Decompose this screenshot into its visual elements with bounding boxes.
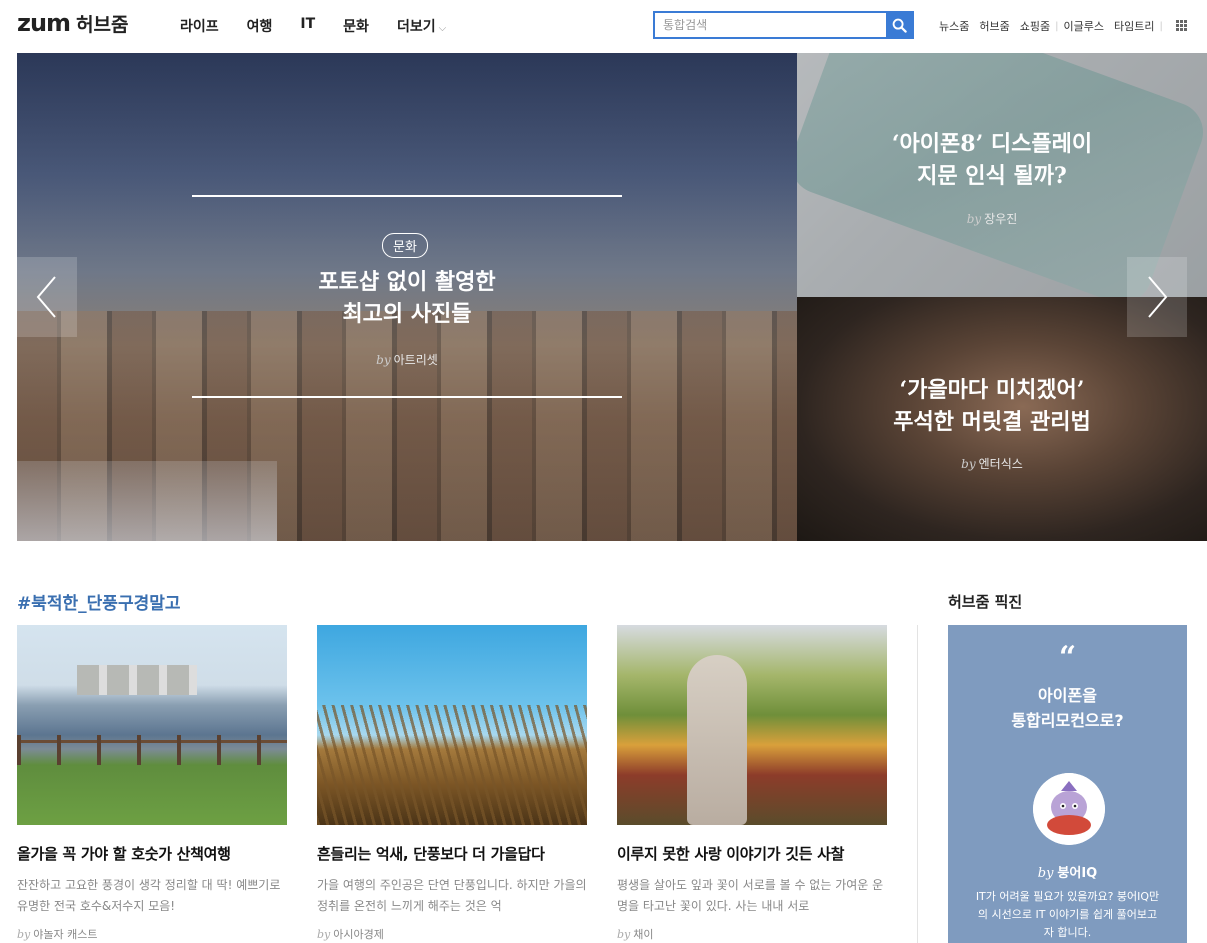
nav-life[interactable]: 라이프 (180, 16, 219, 36)
hero-side-byline-1: by 장우진 (797, 210, 1187, 227)
by-label: by (617, 928, 631, 941)
avatar[interactable] (1033, 773, 1105, 845)
article-author[interactable]: 채이 (633, 928, 653, 941)
thumbnail-detail (77, 665, 197, 695)
pick-card[interactable]: “ 아이폰을 통합리모컨으로? by 붕어IQ IT가 어려울 필요가 있을까요?… (948, 625, 1187, 943)
nav-more[interactable]: 더보기 ⌵ (397, 16, 446, 36)
article-author[interactable]: 야놀자 캐스트 (33, 928, 97, 941)
util-link-timetree[interactable]: 타임트리 (1109, 18, 1159, 34)
chevron-left-icon (36, 276, 56, 318)
by-label: by (961, 457, 976, 471)
hero-main-title-line2: 최고의 사진들 (342, 301, 472, 327)
article-title[interactable]: 흔들리는 억새, 단풍보다 더 가을답다 (317, 843, 587, 864)
search-icon (892, 18, 907, 33)
divider (192, 195, 622, 197)
article-byline: by 채이 (617, 926, 887, 942)
article-card[interactable]: 올가을 꼭 가야 할 호숫가 산책여행 잔잔하고 고요한 풍경이 생각 정리할 … (17, 625, 287, 942)
search-button[interactable] (886, 13, 912, 37)
pick-title-line2: 통합리모컨으로? (1011, 711, 1124, 730)
util-links: 뉴스줌 허브줌 쇼핑줌 | 이글루스 타임트리 | (934, 18, 1163, 34)
main-nav: 라이프 여행 IT 문화 더보기 ⌵ (180, 16, 474, 36)
search-box (653, 11, 914, 39)
hero-main-author: 아트리셋 (393, 353, 438, 367)
article-desc: 잔잔하고 고요한 풍경이 생각 정리할 대 딱! 예쁘기로 유명한 전국 호수&… (17, 878, 281, 913)
nav-more-label: 더보기 (396, 19, 436, 35)
by-label: by (1037, 866, 1054, 881)
article-desc: 가을 여행의 주인공은 단연 단풍입니다. 하지만 가을의 정취를 온전히 느끼… (317, 878, 587, 913)
article-title[interactable]: 올가을 꼭 가야 할 호숫가 산책여행 (17, 843, 287, 864)
by-label: by (317, 928, 331, 941)
article-thumbnail[interactable] (17, 625, 287, 825)
chevron-right-icon (1148, 276, 1168, 318)
hero-main-title-line1: 포토샵 없이 촬영한 (318, 269, 496, 295)
logo[interactable]: zum 허브줌 (17, 9, 129, 37)
thumbnail-detail (687, 655, 747, 825)
section-tag-title[interactable]: #북적한_단풍구경말고 (17, 589, 181, 614)
hero-side-title-1-line1: ‘아이폰8’ 디스플레이 (891, 131, 1093, 157)
pick-desc: IT가 어려울 필요가 있을까요? 붕어IQ만의 시선으로 IT 이야기를 쉽게… (975, 890, 1160, 939)
hero-main-byline: by 아트리셋 (192, 351, 622, 368)
util-link-newszum[interactable]: 뉴스줌 (934, 18, 974, 34)
hero-carousel: 문화 포토샵 없이 촬영한 최고의 사진들 by 아트리셋 ‘아이폰8’ 디스플레… (17, 53, 1207, 541)
util-link-shoppingzum[interactable]: 쇼핑줌 (1015, 18, 1055, 34)
hero-side-title-2-line2: 푸석한 머릿결 관리법 (893, 409, 1091, 435)
pick-byline: by 붕어IQ (948, 862, 1187, 881)
by-label: by (966, 212, 982, 226)
hero-side-title-2: ‘가을마다 미치겠어’ 푸석한 머릿결 관리법 (797, 374, 1187, 438)
article-thumbnail[interactable] (617, 625, 887, 825)
by-label: by (17, 928, 31, 941)
article-card[interactable]: 이루지 못한 사랑 이야기가 깃든 사찰 평생을 살아도 잎과 꽃이 서로를 볼… (617, 625, 887, 942)
nav-culture[interactable]: 문화 (343, 16, 369, 36)
divider (192, 396, 622, 398)
thumbnail-detail (17, 735, 287, 765)
article-card[interactable]: 흔들리는 억새, 단풍보다 더 가을답다 가을 여행의 주인공은 단연 단풍입니… (317, 625, 587, 942)
hero-category-badge[interactable]: 문화 (382, 233, 428, 258)
pick-author[interactable]: 붕어IQ (1057, 866, 1097, 881)
article-byline: by 야놀자 캐스트 (17, 926, 287, 942)
grid-menu-icon[interactable] (1176, 20, 1187, 31)
logo-sub: 허브줌 (76, 14, 129, 36)
by-label: by (376, 353, 391, 367)
carousel-next-button[interactable] (1127, 257, 1187, 337)
nav-travel[interactable]: 여행 (247, 16, 273, 36)
avatar-image (1033, 773, 1105, 845)
carousel-prev-button[interactable] (17, 257, 77, 337)
divider: | (1159, 20, 1163, 32)
divider (917, 625, 918, 943)
article-desc: 평생을 살아도 잎과 꽃이 서로를 볼 수 없는 가여운 운명을 타고난 꽃이 … (617, 878, 884, 913)
article-author[interactable]: 아시아경제 (333, 928, 384, 941)
nav-it[interactable]: IT (300, 16, 315, 36)
util-link-egloos[interactable]: 이글루스 (1059, 18, 1109, 34)
hero-side-byline-2: by 엔터식스 (797, 455, 1187, 472)
hero-side-title-1: ‘아이폰8’ 디스플레이 지문 인식 될까? (797, 128, 1187, 192)
chevron-down-icon: ⌵ (438, 23, 447, 34)
hero-side-title-2-line1: ‘가을마다 미치겠어’ (899, 377, 1085, 403)
hero-side-author-1: 장우진 (984, 212, 1018, 226)
quote-icon: “ (1058, 640, 1077, 675)
logo-brand: zum (17, 9, 71, 37)
hero-image-detail (17, 461, 277, 541)
article-title[interactable]: 이루지 못한 사랑 이야기가 깃든 사찰 (617, 843, 887, 864)
util-link-hubzum[interactable]: 허브줌 (974, 18, 1014, 34)
pick-title[interactable]: 아이폰을 통합리모컨으로? (948, 683, 1187, 733)
hero-side-title-1-line2: 지문 인식 될까? (917, 163, 1067, 189)
thumbnail-detail (317, 705, 587, 825)
hero-side-author-2: 엔터식스 (978, 457, 1023, 471)
hero-main-article[interactable]: 문화 포토샵 없이 촬영한 최고의 사진들 by 아트리셋 (17, 53, 797, 541)
header: zum 허브줌 라이프 여행 IT 문화 더보기⌵ 뉴스줌 허브줌 쇼핑줌 | … (0, 0, 1207, 52)
article-thumbnail[interactable] (317, 625, 587, 825)
pick-title-line1: 아이폰을 (1038, 686, 1097, 705)
search-input[interactable] (655, 13, 886, 37)
pick-heading: 허브줌 픽진 (948, 593, 1023, 611)
article-byline: by 아시아경제 (317, 926, 587, 942)
hero-main-title: 포토샵 없이 촬영한 최고의 사진들 (192, 266, 622, 330)
